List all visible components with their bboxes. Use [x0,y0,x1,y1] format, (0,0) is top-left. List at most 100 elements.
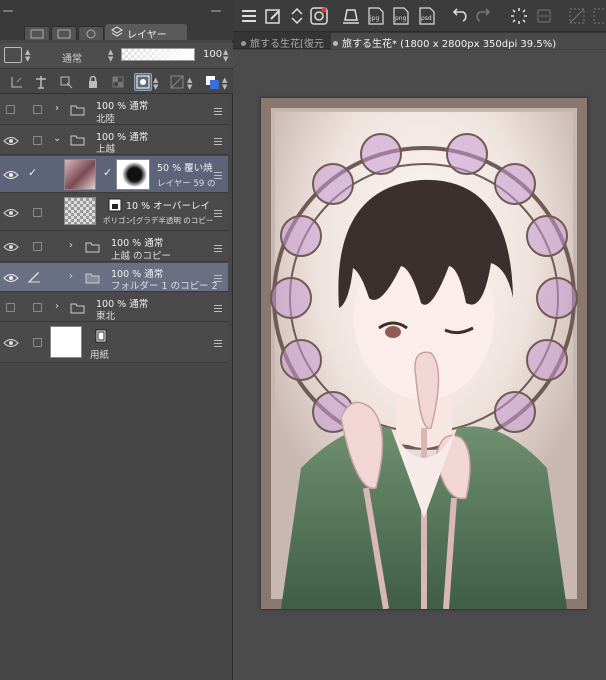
layer-row[interactable]: › 100 % 通常 東北 [0,293,228,322]
visibility-checkbox[interactable] [6,303,15,312]
layer-property-icon [30,29,44,39]
mask-disabled-spin-icon[interactable]: ▲ ▼ [187,77,192,91]
chevron-right-icon[interactable]: › [69,271,73,282]
export-jpg-icon[interactable]: jpg [366,6,386,26]
clip-icon[interactable] [8,73,26,91]
opacity-slider[interactable] [121,48,195,61]
layer-thumbnail[interactable] [64,159,96,190]
layer-menu-icon[interactable] [214,108,222,117]
artwork-canvas[interactable] [261,98,587,609]
opacity-value[interactable]: 100 [203,49,222,60]
blend-mode-select[interactable]: 通常 [62,50,82,65]
folder-open-icon [70,135,85,146]
layer-row[interactable]: 用紙 [0,323,228,363]
print-icon[interactable] [341,6,361,26]
swatch-spin-icon[interactable]: ▲ ▼ [25,49,30,63]
layer-row[interactable]: ⌄ 100 % 通常 上越 [0,126,228,155]
layer-menu-icon[interactable] [214,138,222,147]
eye-icon[interactable] [3,135,19,147]
lock-icon[interactable] [84,73,102,91]
spinner-icon[interactable] [509,6,529,26]
panel-grip-right[interactable] [211,10,221,12]
layer-color-spin-icon[interactable]: ▲ ▼ [222,77,227,91]
mask-disabled-icon[interactable] [168,73,186,91]
paper-thumbnail[interactable] [50,326,82,358]
layer-row[interactable]: 10 % オーバーレイ ポリゴン[グラデ半透明 のコピー [0,194,228,231]
panel-tab-bar: レイヤー [0,0,233,41]
layer-panel: レイヤー ▲ ▼ 通常 ▲ ▼ 100 ▲ ▼ ▲ ▼ ▲ ▼ ▲ ▼ › 10… [0,0,233,680]
layer-menu-icon[interactable] [214,172,222,181]
deselect-icon[interactable] [567,6,587,26]
pen-icon[interactable] [27,269,41,283]
draft-layer-icon[interactable] [57,73,75,91]
eye-icon[interactable] [3,207,19,219]
layer-menu-icon[interactable] [214,340,222,349]
layer-menu-icon[interactable] [214,210,222,219]
up-down-icon[interactable] [287,6,307,26]
layer-menu-icon[interactable] [214,305,222,314]
layer-thumbnail[interactable] [64,197,96,225]
tab-navigator[interactable] [78,26,104,40]
mask-icon[interactable] [134,73,152,91]
chevron-down-icon[interactable]: ⌄ [53,133,61,144]
edit-checkbox[interactable] [33,105,42,114]
layer-color-swatch[interactable] [4,47,22,63]
lock-transparent-icon[interactable] [109,73,127,91]
layer-menu-icon[interactable] [214,275,222,284]
mask-thumbnail[interactable] [116,159,150,190]
edit-checkbox[interactable] [33,136,42,145]
tab-layer-search[interactable] [51,26,77,40]
edit-checkbox[interactable] [33,208,42,217]
layer-search-icon [57,29,71,39]
export-psd-icon[interactable]: psd [417,6,437,26]
clip-studio-icon[interactable] [309,6,329,26]
eye-icon[interactable] [3,272,19,284]
export-png-icon[interactable]: png [391,6,411,26]
eye-icon[interactable] [3,241,19,253]
tab-layer[interactable]: レイヤー [105,24,187,41]
document-tab-title: 旅する生花[復元 [250,39,324,49]
chevron-right-icon[interactable]: › [55,301,59,312]
folder-icon [85,242,100,253]
mask-link-check-icon: ✓ [103,166,113,179]
eye-icon[interactable] [3,337,19,349]
folder-icon [70,303,85,314]
document-tab[interactable]: 旅する生花[復元 [239,33,331,49]
layer-name: ポリゴン[グラデ半透明 のコピー [103,216,214,225]
mask-spin-icon[interactable]: ▲ ▼ [153,77,158,91]
redo-icon[interactable] [474,6,494,26]
layer-name: 上越 のコピー [111,251,172,262]
layer-color-icon[interactable] [203,73,221,91]
mask-lock-icon [108,198,122,212]
edit-checkbox[interactable] [33,242,42,251]
layer-name: レイヤー 59 の [157,179,216,189]
crop-icon[interactable] [591,6,606,26]
layer-row[interactable]: › 100 % 通常 上越 のコピー [0,232,228,262]
edit-checkbox[interactable] [33,303,42,312]
reference-layer-icon[interactable] [32,73,50,91]
blend-mode-spin-icon[interactable]: ▲ ▼ [108,49,113,63]
layer-row[interactable]: › 100 % 通常 フォルダー 1 のコピー 2 [0,263,228,292]
layer-menu-icon[interactable] [214,245,222,254]
tab-dot-icon [241,41,246,46]
chevron-right-icon[interactable]: › [69,240,73,251]
layer-row[interactable]: ✓ ✓ 50 % 覆い焼 レイヤー 59 の [0,156,228,193]
layer-row[interactable]: › 100 % 通常 北陸 [0,95,228,125]
eye-icon[interactable] [3,169,19,181]
check-icon[interactable]: ✓ [28,166,37,179]
layer-name: フォルダー 1 のコピー 2 [111,281,218,292]
undo-icon[interactable] [449,6,469,26]
edit-icon[interactable] [263,6,283,26]
chevron-right-icon[interactable]: › [55,103,59,114]
panel-grip[interactable] [3,10,13,12]
menu-icon[interactable] [239,6,259,26]
visibility-checkbox[interactable] [6,105,15,114]
fill-icon[interactable] [534,6,554,26]
canvas-area[interactable] [233,50,606,680]
edit-checkbox[interactable] [33,338,42,347]
tab-layer-property[interactable] [24,26,50,40]
document-tab-active[interactable]: 旅する生花* (1800 x 2800px 350dpi 39.5%) [331,33,606,49]
opacity-spin-icon[interactable]: ▲ ▼ [223,49,228,63]
layer-name: 上越 [96,144,116,155]
layer-opacity-mode: 100 % 通常 [111,238,164,249]
